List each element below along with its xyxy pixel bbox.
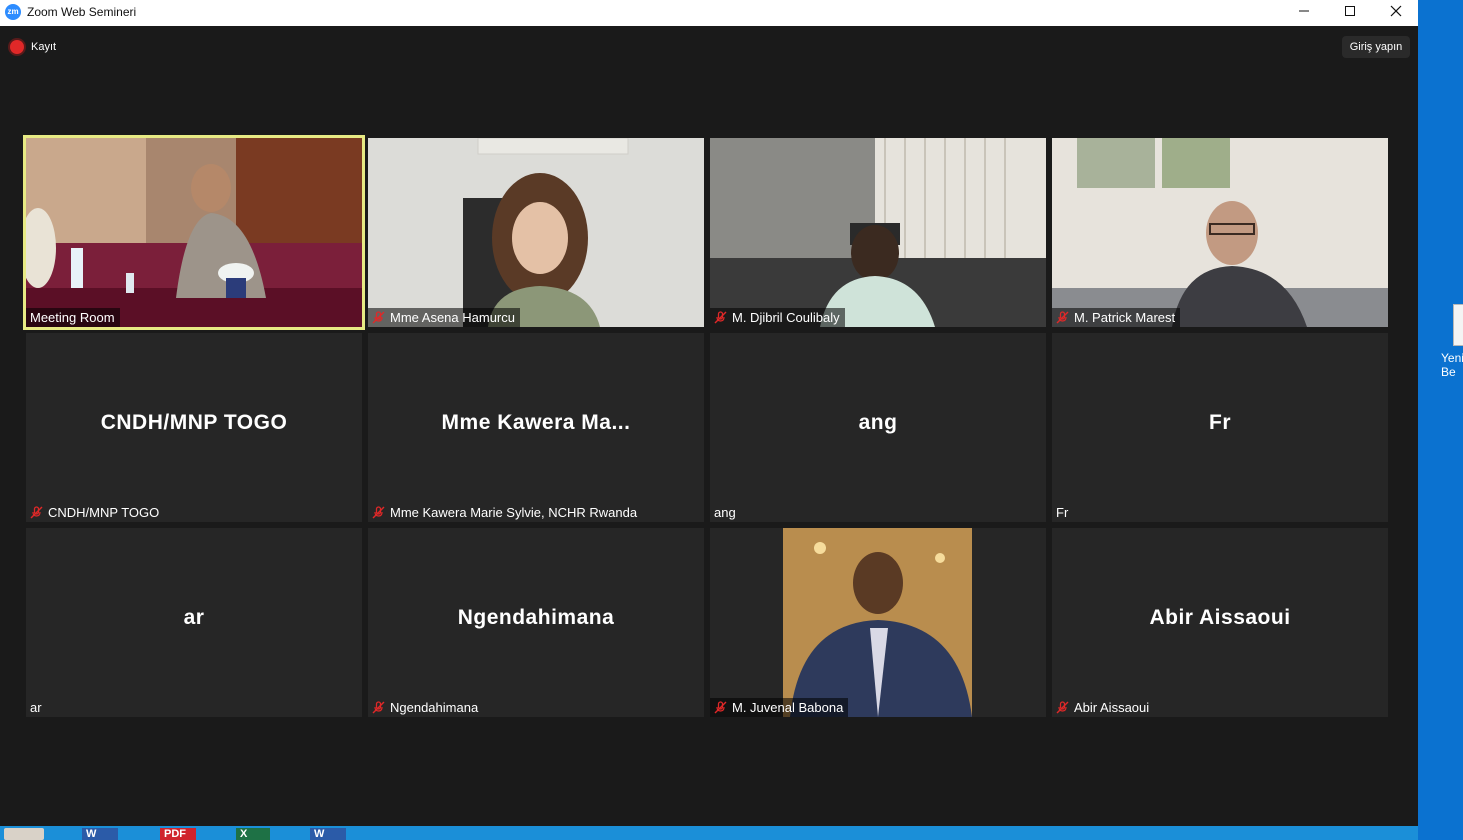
- zoom-app-icon: zm: [5, 4, 21, 20]
- word-icon[interactable]: W: [310, 828, 346, 840]
- participant-name-label: M. Juvenal Babona: [710, 698, 849, 717]
- video-tile[interactable]: M. Juvenal Babona: [710, 528, 1046, 717]
- word-icon[interactable]: W: [82, 828, 118, 840]
- participant-video: [368, 138, 704, 327]
- participant-name-label: Ngendahimana: [368, 698, 484, 717]
- video-tile[interactable]: Mme Kawera Ma... Mme Kawera Marie Sylvie…: [368, 333, 704, 522]
- participant-display-name: ang: [858, 411, 898, 434]
- participant-name-label: CNDH/MNP TOGO: [26, 503, 165, 522]
- desktop-file-icon[interactable]: [1453, 304, 1463, 346]
- muted-mic-icon: [1056, 311, 1069, 324]
- pdf-icon[interactable]: PDF: [160, 828, 196, 840]
- profile-photo: [710, 528, 1046, 717]
- desktop-icon-label[interactable]: Yeni Be: [1441, 351, 1463, 379]
- video-tile[interactable]: Abir Aissaoui Abir Aissaoui: [1052, 528, 1388, 717]
- zoom-window: zm Zoom Web Semineri Kayıt Giriş yapın M…: [0, 0, 1418, 826]
- muted-mic-icon: [714, 701, 727, 714]
- participant-name-label: Mme Asena Hamurcu: [368, 308, 520, 327]
- muted-mic-icon: [372, 701, 385, 714]
- video-tile[interactable]: Meeting Room: [23, 135, 365, 330]
- muted-mic-icon: [30, 506, 43, 519]
- minimize-icon: [1299, 10, 1309, 12]
- maximize-icon: [1345, 6, 1355, 16]
- participant-display-name: CNDH/MNP TOGO: [100, 411, 288, 434]
- video-tile[interactable]: M. Patrick Marest: [1052, 138, 1388, 327]
- recording-label: Kayıt: [31, 41, 57, 53]
- video-tile[interactable]: M. Djibril Coulibaly: [710, 138, 1046, 327]
- participant-name-label: Fr: [1052, 503, 1074, 522]
- video-tile[interactable]: CNDH/MNP TOGO CNDH/MNP TOGO: [26, 333, 362, 522]
- participant-name-label: Mme Kawera Marie Sylvie, NCHR Rwanda: [368, 503, 643, 522]
- close-button[interactable]: [1373, 0, 1419, 26]
- title-bar: zm Zoom Web Semineri: [0, 0, 1418, 26]
- video-tile[interactable]: ang ang: [710, 333, 1046, 522]
- muted-mic-icon: [1056, 701, 1069, 714]
- taskbar: W PDF X W: [0, 826, 1418, 840]
- muted-mic-icon: [714, 311, 727, 324]
- participant-name-label: M. Djibril Coulibaly: [710, 308, 845, 327]
- maximize-button[interactable]: [1327, 0, 1373, 26]
- participant-name-label: Abir Aissaoui: [1052, 698, 1155, 717]
- record-icon: [10, 40, 24, 54]
- muted-mic-icon: [372, 506, 385, 519]
- participant-display-name: Ngendahimana: [457, 606, 615, 629]
- video-tile[interactable]: Fr Fr: [1052, 333, 1388, 522]
- video-tile[interactable]: Ngendahimana Ngendahimana: [368, 528, 704, 717]
- close-icon: [1390, 5, 1402, 17]
- excel-icon[interactable]: X: [236, 828, 270, 840]
- window-title: Zoom Web Semineri: [27, 5, 137, 19]
- participant-display-name: Abir Aissaoui: [1149, 606, 1291, 629]
- participant-video: [1052, 138, 1388, 327]
- participant-name-label: M. Patrick Marest: [1052, 308, 1181, 327]
- login-button[interactable]: Giriş yapın: [1342, 36, 1410, 58]
- participant-display-name: Fr: [1209, 411, 1231, 434]
- participant-video: [710, 138, 1046, 327]
- user-avatar-icon[interactable]: [4, 828, 44, 840]
- minimize-button[interactable]: [1281, 0, 1327, 26]
- participant-name-label: Meeting Room: [26, 308, 120, 327]
- participant-name-label: ar: [26, 698, 47, 717]
- video-tile[interactable]: Mme Asena Hamurcu: [368, 138, 704, 327]
- muted-mic-icon: [372, 311, 385, 324]
- participant-name-label: ang: [710, 503, 741, 522]
- participant-display-name: ar: [183, 606, 205, 629]
- meeting-room-video: [26, 138, 362, 327]
- participant-display-name: Mme Kawera Ma...: [441, 411, 631, 434]
- video-tile[interactable]: ar ar: [26, 528, 362, 717]
